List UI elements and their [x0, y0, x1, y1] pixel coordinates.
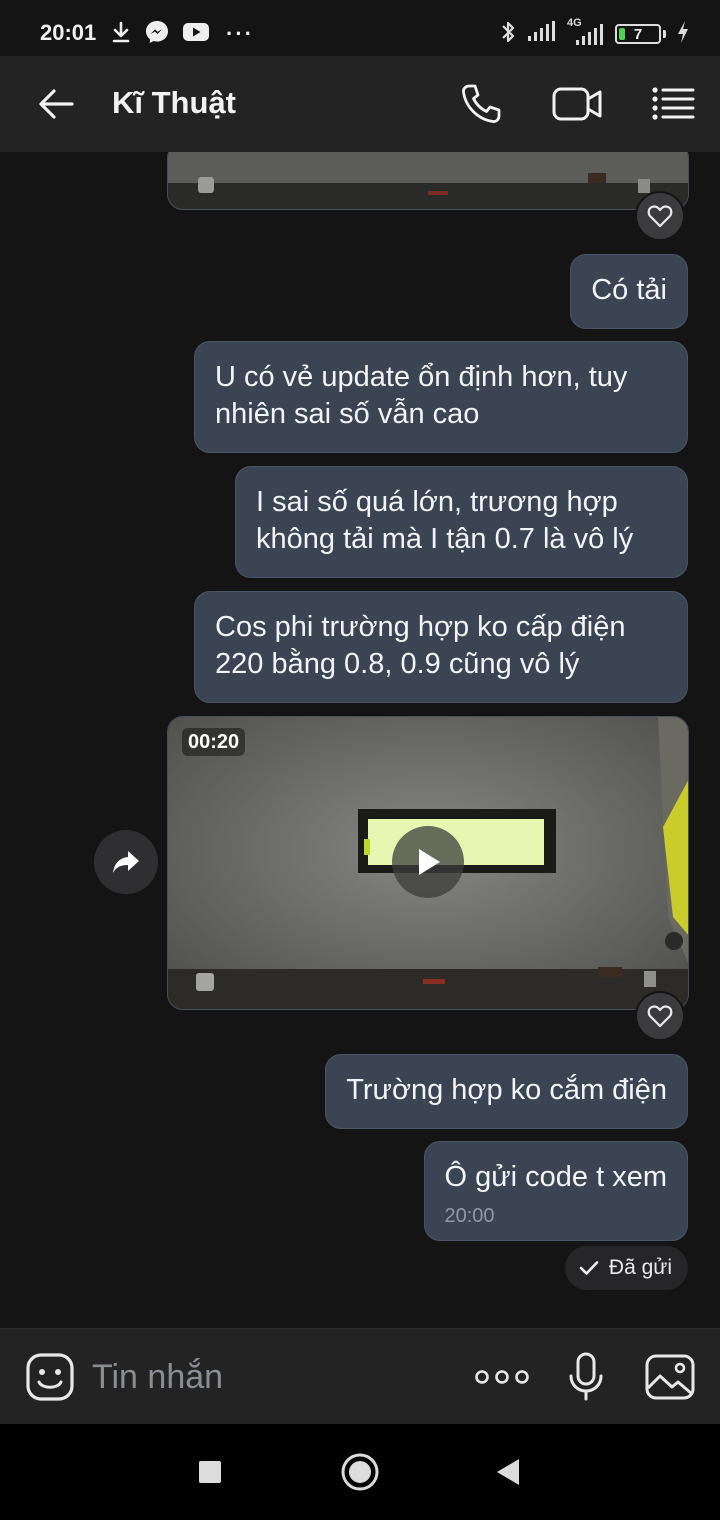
battery-icon: 7 — [615, 24, 661, 44]
message-text: U có vẻ update ổn định hơn, tuy nhiên sa… — [215, 361, 628, 430]
chat-header: Kĩ Thuật — [0, 56, 720, 152]
status-bar: 20:01 ··· 4G 7 — [0, 0, 720, 56]
video-thumbnail — [168, 152, 688, 209]
check-icon — [579, 1261, 599, 1275]
home-button[interactable] — [336, 1448, 384, 1496]
react-button-previous[interactable] — [635, 191, 685, 241]
status-system-icons: 4G 7 — [499, 17, 690, 50]
image-icon — [645, 1354, 695, 1400]
video-message-previous[interactable] — [167, 152, 689, 210]
message-input[interactable]: Tin nhắn — [92, 1353, 432, 1401]
chat-menu-button[interactable] — [644, 76, 702, 132]
status-time: 20:01 — [40, 20, 97, 45]
menu-list-icon — [652, 87, 695, 120]
phone-icon — [462, 84, 501, 123]
heart-icon — [647, 205, 673, 228]
message-text: Cos phi trường hợp ko cấp điện 220 bằng … — [215, 611, 626, 680]
heart-icon — [647, 1005, 673, 1028]
bluetooth-icon — [499, 19, 517, 50]
play-button[interactable] — [392, 826, 464, 898]
4g-signal-icon: 4G — [567, 17, 605, 47]
more-options-button[interactable] — [474, 1351, 530, 1403]
recents-button[interactable] — [186, 1448, 234, 1496]
message-text: Ô gửi code t xem — [444, 1161, 668, 1193]
microphone-icon — [569, 1352, 603, 1401]
charging-icon — [676, 20, 690, 49]
play-icon — [419, 849, 440, 875]
download-icon — [110, 20, 132, 49]
message-list[interactable]: Có tải U có vẻ update ổn định hơn, tuy n… — [0, 152, 720, 1328]
message-bubble[interactable]: Trường hợp ko cắm điện — [325, 1054, 688, 1129]
back-button[interactable] — [30, 78, 82, 130]
message-composer: Tin nhắn — [0, 1328, 720, 1424]
more-dots: ··· — [226, 21, 254, 46]
more-options-icon — [475, 1370, 529, 1384]
message-text: I sai số quá lớn, trương hợp không tải m… — [256, 486, 634, 555]
square-icon — [199, 1461, 221, 1483]
share-arrow-icon — [113, 851, 139, 873]
send-image-button[interactable] — [642, 1351, 698, 1403]
message-text: Có tải — [591, 274, 667, 306]
emoji-icon — [26, 1353, 74, 1401]
message-bubble[interactable]: Cos phi trường hợp ko cấp điện 220 bằng … — [194, 591, 688, 703]
voice-call-button[interactable] — [452, 76, 510, 132]
back-nav-button[interactable] — [484, 1448, 532, 1496]
circle-icon — [341, 1453, 379, 1491]
messenger-icon — [144, 19, 170, 50]
status-notifications: ··· — [110, 20, 254, 48]
forward-button[interactable] — [94, 830, 158, 894]
triangle-back-icon — [497, 1459, 519, 1485]
delivery-status: Đã gửi — [564, 1246, 688, 1290]
system-navigation-bar — [0, 1424, 720, 1520]
message-bubble[interactable]: U có vẻ update ổn định hơn, tuy nhiên sa… — [194, 341, 688, 453]
signal-icon — [527, 20, 557, 48]
emoji-button[interactable] — [24, 1351, 76, 1403]
delivery-status-text: Đã gửi — [608, 1256, 672, 1279]
video-call-button[interactable] — [548, 76, 606, 132]
message-text: Trường hợp ko cắm điện — [346, 1074, 667, 1106]
video-duration: 00:20 — [182, 728, 246, 756]
contact-name[interactable]: Kĩ Thuật — [112, 85, 236, 121]
message-bubble[interactable]: Có tải — [570, 254, 688, 329]
message-bubble[interactable]: Ô gửi code t xem 20:00 — [423, 1141, 688, 1241]
video-camera-icon — [552, 87, 602, 121]
voice-record-button[interactable] — [558, 1351, 614, 1403]
youtube-icon — [182, 21, 210, 48]
message-bubble[interactable]: I sai số quá lớn, trương hợp không tải m… — [235, 466, 688, 578]
react-button[interactable] — [635, 991, 685, 1041]
back-arrow-icon — [39, 89, 74, 119]
message-time: 20:00 — [444, 1205, 495, 1227]
